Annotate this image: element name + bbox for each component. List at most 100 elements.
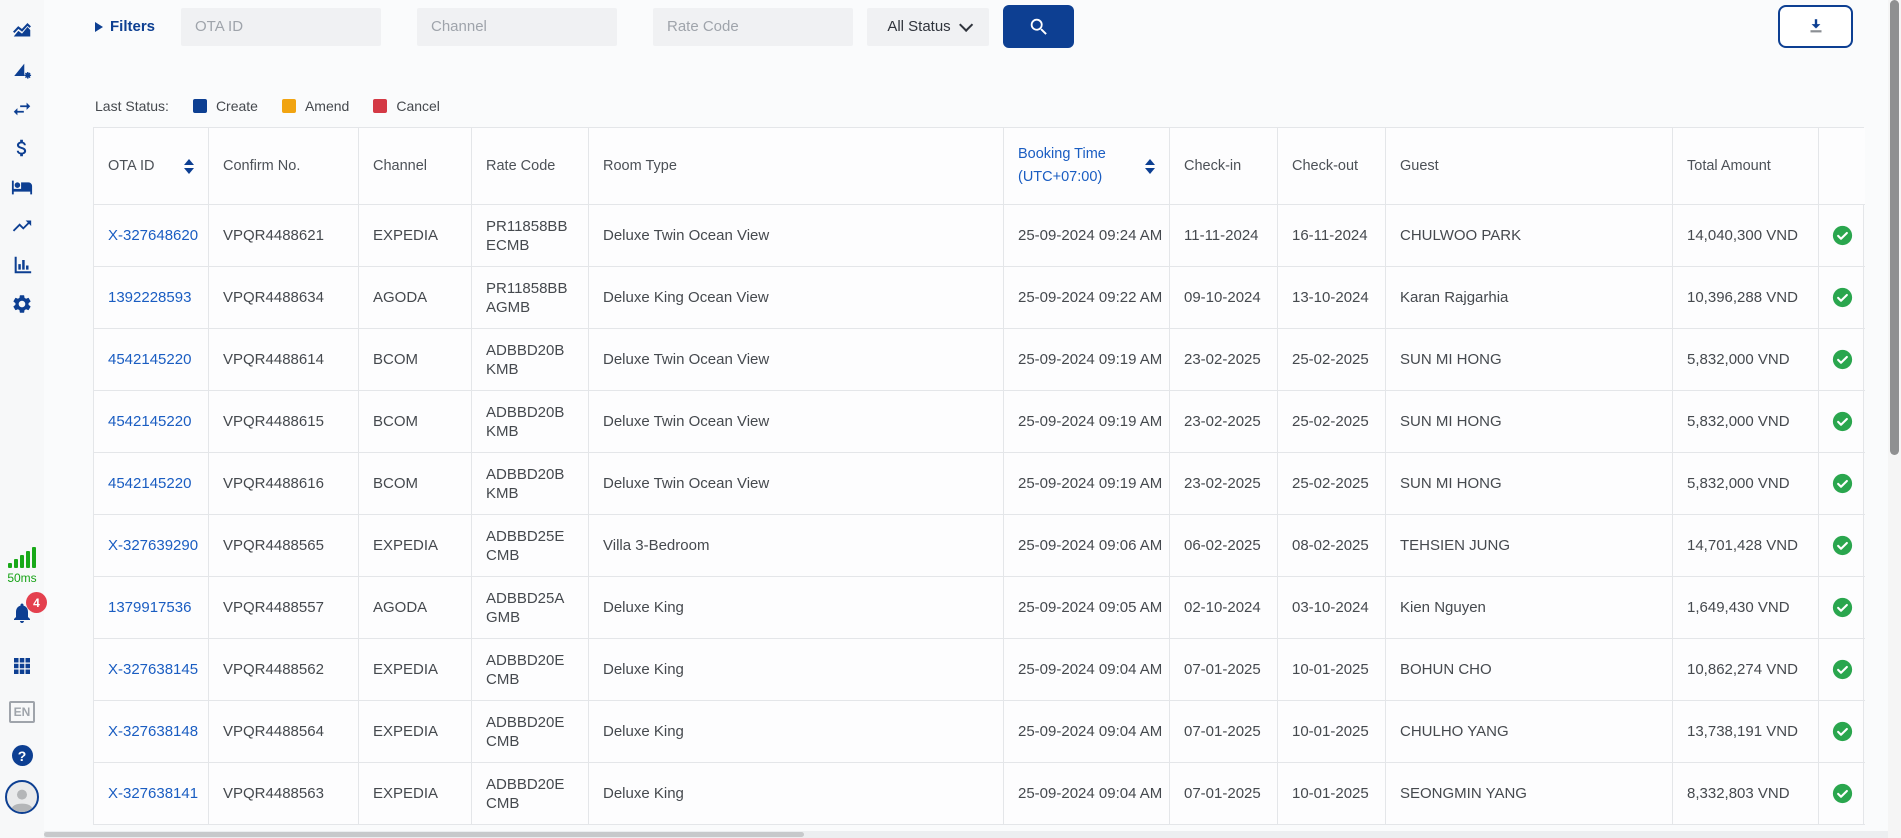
success-status-icon (1832, 659, 1853, 680)
header-ota-id-label: OTA ID (108, 158, 154, 174)
ota-id-link[interactable]: X-327648620 (108, 227, 198, 244)
chevron-down-icon (959, 17, 973, 31)
success-status-icon (1832, 597, 1853, 618)
search-button[interactable] (1003, 5, 1074, 48)
cell-room-type: Deluxe King (589, 639, 1004, 701)
header-status (1819, 128, 1865, 205)
status-select-value: All Status (887, 18, 950, 35)
cell-check-in: 09-10-2024 (1170, 267, 1278, 329)
cell-status (1819, 391, 1865, 453)
status-select[interactable]: All Status (867, 8, 989, 46)
cell-channel: BCOM (359, 453, 472, 515)
sidebar-item-bed-icon[interactable] (11, 176, 33, 198)
sort-icon[interactable] (1145, 159, 1155, 174)
ota-id-link[interactable]: X-327638141 (108, 785, 198, 802)
header-booking-time: Booking Time (UTC+07:00) (1004, 128, 1170, 205)
ota-id-link[interactable]: X-327638145 (108, 661, 198, 678)
cell-rate-code: PR11858BBECMB (472, 205, 589, 267)
success-status-icon (1832, 225, 1853, 246)
table-row: 4542145220VPQR4488614BCOMADBBD20BKMBDelu… (94, 329, 1863, 391)
swap-arrows-icon (11, 98, 33, 120)
apps-grid-icon (10, 654, 34, 678)
cell-guest: Kien Nguyen (1386, 577, 1673, 639)
cell-rate-code: ADBBD20ECMB (472, 639, 589, 701)
cell-check-out: 10-01-2025 (1278, 639, 1386, 701)
header-ota-id: OTA ID (94, 128, 209, 205)
cell-ota-id: X-327638148 (94, 701, 209, 763)
help-button[interactable]: ? (12, 745, 33, 766)
notifications-button[interactable]: 4 (10, 601, 34, 630)
legend-cancel-label: Cancel (396, 98, 440, 114)
bed-icon (11, 176, 33, 198)
filters-toggle[interactable]: Filters (95, 18, 167, 35)
cell-confirm-no: VPQR4488614 (209, 329, 359, 391)
cell-total-amount: 5,832,000 VND (1673, 329, 1819, 391)
ota-id-link[interactable]: 1392228593 (108, 289, 191, 306)
header-rate-code: Rate Code (472, 128, 589, 205)
success-status-icon (1832, 411, 1853, 432)
cell-confirm-no: VPQR4488565 (209, 515, 359, 577)
legend-amend-label: Amend (305, 98, 349, 114)
cell-check-out: 16-11-2024 (1278, 205, 1386, 267)
cell-rate-code: ADBBD20BKMB (472, 453, 589, 515)
sidebar-item-mountain-gear-icon[interactable] (11, 59, 33, 81)
cell-check-out: 08-02-2025 (1278, 515, 1386, 577)
rate-code-input[interactable] (653, 8, 853, 46)
legend-label: Last Status: (95, 98, 169, 114)
apps-grid-button[interactable] (10, 654, 34, 678)
cell-booking-time: 25-09-2024 09:06 AM (1004, 515, 1170, 577)
table-row: 4542145220VPQR4488616BCOMADBBD20BKMBDelu… (94, 453, 1863, 515)
cell-status (1819, 515, 1865, 577)
cell-channel: BCOM (359, 329, 472, 391)
bar-chart-icon (11, 254, 33, 276)
ota-id-link[interactable]: X-327638148 (108, 723, 198, 740)
ota-id-link[interactable]: X-327639290 (108, 537, 198, 554)
sidebar-item-swap-arrows-icon[interactable] (11, 98, 33, 120)
dollar-icon (11, 137, 33, 159)
channel-input[interactable] (417, 8, 617, 46)
cell-confirm-no: VPQR4488615 (209, 391, 359, 453)
sort-icon[interactable] (184, 159, 194, 174)
ota-id-link[interactable]: 4542145220 (108, 475, 191, 492)
ota-id-input[interactable] (181, 8, 381, 46)
sidebar-item-dollar-icon[interactable] (11, 137, 33, 159)
horizontal-scrollbar-thumb[interactable] (44, 832, 804, 837)
language-selector[interactable]: EN (9, 701, 36, 723)
filter-bar: Filters All Status (44, 0, 1888, 48)
gear-icon (11, 293, 33, 315)
table-row: X-327639290VPQR4488565EXPEDIAADBBD25ECMB… (94, 515, 1863, 577)
sidebar-item-bar-chart-icon[interactable] (11, 254, 33, 276)
success-status-icon (1832, 287, 1853, 308)
cell-ota-id: 4542145220 (94, 391, 209, 453)
legend-item-amend: Amend (282, 98, 349, 114)
cell-room-type: Deluxe King (589, 577, 1004, 639)
download-button[interactable] (1778, 5, 1853, 48)
cell-ota-id: 1392228593 (94, 267, 209, 329)
sidebar-item-trending-up-icon[interactable] (11, 215, 33, 237)
sidebar-bottom: 50ms 4 EN ? (5, 546, 39, 814)
table-row: 1379917536VPQR4488557AGODAADBBD25AGMBDel… (94, 577, 1863, 639)
cell-booking-time: 25-09-2024 09:24 AM (1004, 205, 1170, 267)
cell-guest: SUN MI HONG (1386, 453, 1673, 515)
sidebar-item-area-chart-icon[interactable] (11, 20, 33, 42)
cell-check-in: 02-10-2024 (1170, 577, 1278, 639)
cell-booking-time: 25-09-2024 09:19 AM (1004, 329, 1170, 391)
cell-rate-code: ADBBD20ECMB (472, 701, 589, 763)
cell-confirm-no: VPQR4488616 (209, 453, 359, 515)
table-row: X-327638145VPQR4488562EXPEDIAADBBD20ECMB… (94, 639, 1863, 701)
ota-id-link[interactable]: 4542145220 (108, 413, 191, 430)
ota-id-link[interactable]: 1379917536 (108, 599, 191, 616)
sidebar-item-gear-icon[interactable] (11, 293, 33, 315)
legend-item-cancel: Cancel (373, 98, 440, 114)
cell-ota-id: X-327638145 (94, 639, 209, 701)
user-avatar[interactable] (5, 780, 39, 814)
table-row: X-327648620VPQR4488621EXPEDIAPR11858BBEC… (94, 205, 1863, 267)
cell-rate-code: ADBBD20BKMB (472, 329, 589, 391)
success-status-icon (1832, 721, 1853, 742)
ota-id-link[interactable]: 4542145220 (108, 351, 191, 368)
cell-status (1819, 453, 1865, 515)
cell-total-amount: 10,396,288 VND (1673, 267, 1819, 329)
vertical-scrollbar-thumb[interactable] (1890, 0, 1899, 455)
header-confirm-no: Confirm No. (209, 128, 359, 205)
cell-channel: AGODA (359, 267, 472, 329)
